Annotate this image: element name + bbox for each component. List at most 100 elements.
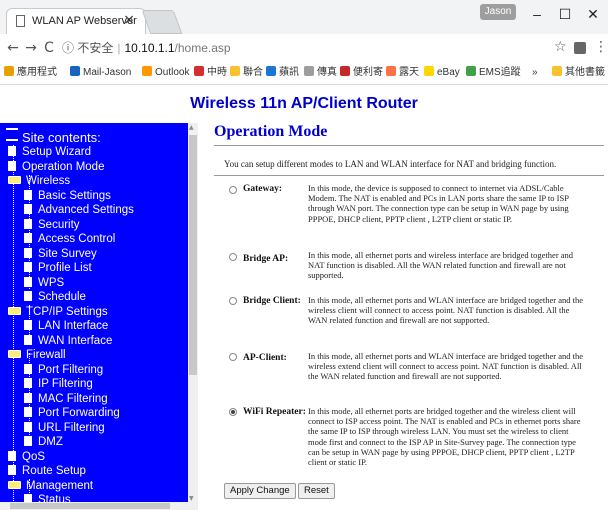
sidebar-item-basic-settings[interactable]: Basic Settings — [24, 189, 111, 203]
sidebar-item-management[interactable]: Management — [8, 479, 93, 493]
bookmark-ems-tracking[interactable]: EMS追蹤 — [466, 66, 521, 80]
bridge-client-label: Bridge Client: — [243, 296, 301, 306]
udn-icon — [230, 66, 240, 76]
title-divider — [214, 145, 604, 146]
sidebar-item-tcp-ip-settings[interactable]: TCP/IP Settings — [8, 305, 108, 319]
reset-button[interactable]: Reset — [298, 483, 335, 499]
sidebar-item-port-filtering[interactable]: Port Filtering — [24, 363, 103, 377]
sidebar-item-mac-filtering[interactable]: MAC Filtering — [24, 392, 108, 406]
sidebar-item-operation-mode[interactable]: Operation Mode — [8, 160, 104, 174]
sidebar-item-ip-filtering[interactable]: IP Filtering — [24, 377, 93, 391]
forward-icon[interactable]: → — [22, 38, 40, 58]
wifi-repeater-radio[interactable] — [229, 408, 237, 416]
sidebar-horizontal-scrollbar[interactable] — [0, 502, 198, 510]
page-icon — [8, 160, 16, 171]
sidebar-item-route-setup[interactable]: Route Setup — [8, 464, 86, 478]
maximize-button[interactable]: ☐ — [552, 4, 578, 24]
page-icon — [24, 421, 32, 432]
sidebar-scrollbar[interactable]: ▲ ▼ — [188, 123, 198, 504]
sidebar-item-schedule[interactable]: Schedule — [24, 290, 86, 304]
sidebar-item-setup-wizard[interactable]: Setup Wizard — [8, 145, 91, 159]
sidebar-item-wireless[interactable]: Wireless — [8, 174, 70, 188]
sidebar-item-qos[interactable]: QoS — [8, 450, 45, 464]
back-icon[interactable]: ← — [4, 38, 22, 58]
browser-titlebar: WLAN AP Webserver × Jason – ☐ ✕ — [0, 0, 608, 34]
ems-icon — [466, 66, 476, 76]
page-description: You can setup different modes to LAN and… — [224, 159, 557, 169]
folder-open-icon — [8, 176, 21, 184]
reload-icon[interactable]: C — [40, 38, 58, 58]
browser-menu-icon[interactable]: ⋮ — [594, 39, 608, 55]
sidebar-item-label: Setup Wizard — [22, 146, 92, 158]
bookmark-mail-jason[interactable]: Mail-Jason — [70, 66, 131, 80]
ap-client-radio[interactable] — [229, 353, 237, 361]
page-icon — [8, 146, 16, 156]
sidebar-item-lan-interface[interactable]: LAN Interface — [24, 319, 108, 333]
bookmark-udn[interactable]: 聯合 — [230, 66, 263, 80]
scroll-up-icon[interactable]: ▲ — [189, 124, 194, 131]
bookmark-outlook[interactable]: Outlook — [142, 66, 189, 80]
sidebar-item-url-filtering[interactable]: URL Filtering — [24, 421, 105, 435]
url-separator: | — [117, 41, 121, 55]
sidebar-item-site-survey[interactable]: Site Survey — [24, 247, 97, 261]
horizontal-scroll-thumb[interactable] — [10, 503, 170, 509]
sidebar-item-label: Schedule — [38, 291, 86, 303]
bridge-ap-description: In this mode, all ethernet ports and wir… — [308, 250, 574, 281]
folder-open-icon — [8, 350, 21, 358]
butterfly-icon — [340, 66, 350, 76]
sidebar-scroll-thumb[interactable] — [189, 135, 197, 375]
sidebar-item-advanced-settings[interactable]: Advanced Settings — [24, 203, 134, 217]
sidebar-item-label: Site Survey — [38, 247, 97, 260]
sidebar-item-dmz[interactable]: DMZ — [24, 435, 63, 449]
sidebar-item-wan-interface[interactable]: WAN Interface — [24, 334, 112, 348]
page-icon — [24, 189, 32, 200]
chinatimes-icon — [194, 66, 204, 76]
tab-close-icon[interactable]: × — [123, 12, 135, 28]
bookmark-apps[interactable]: 應用程式 — [4, 66, 57, 80]
minimize-button[interactable]: – — [524, 4, 550, 24]
page-icon — [8, 450, 16, 461]
bridge-ap-radio[interactable] — [229, 253, 237, 261]
sidebar-item-access-control[interactable]: Access Control — [24, 232, 115, 246]
mail-icon — [70, 66, 80, 76]
gateway-label: Gateway: — [243, 184, 283, 194]
address-bar: ← → C ⓘ 不安全 | 10.10.1.1/home.asp ☆ ⋮ — [0, 34, 608, 63]
apply-change-button[interactable]: Apply Change — [224, 483, 296, 499]
sidebar-item-wps[interactable]: WPS — [24, 276, 64, 290]
sidebar-item-label: Port Filtering — [38, 363, 104, 376]
sidebar-item-profile-list[interactable]: Profile List — [24, 261, 92, 275]
extension-icon[interactable] — [574, 42, 586, 54]
bookmark-ebay[interactable]: eBay — [424, 66, 460, 80]
sidebar-item-port-forwarding[interactable]: Port Forwarding — [24, 406, 120, 420]
scroll-down-icon[interactable]: ▼ — [189, 495, 194, 502]
page-icon — [24, 407, 32, 417]
sidebar-item-label: LAN Interface — [38, 320, 109, 332]
menu-icon — [6, 128, 18, 141]
new-tab-button[interactable] — [141, 10, 183, 34]
ap-client-label: AP-Client: — [243, 353, 287, 363]
sidebar-item-firewall[interactable]: Firewall — [8, 348, 66, 362]
bookmark-convenience-mail[interactable]: 便利寄 — [340, 66, 383, 80]
bookmarks-overflow[interactable]: » — [532, 66, 538, 80]
bookmark-fax[interactable]: 傳真 — [304, 66, 337, 80]
bookmark-chinatimes[interactable]: 中時 — [194, 66, 227, 80]
description-divider — [214, 175, 604, 176]
bookmarks-bar: 應用程式 Mail-Jason Outlook 中時 聯合 蘋訊 傳真 便利寄 … — [0, 62, 608, 85]
bridge-client-radio[interactable] — [229, 297, 237, 305]
bookmark-ruten[interactable]: 露天 — [386, 66, 419, 80]
close-window-button[interactable]: ✕ — [580, 4, 606, 24]
sidebar-item-security[interactable]: Security — [24, 218, 80, 232]
wifi-repeater-description: In this mode, all ethernet ports are bri… — [308, 406, 581, 468]
page-icon — [24, 247, 32, 258]
security-info[interactable]: ⓘ 不安全 — [62, 41, 113, 55]
bookmark-other-folder[interactable]: 其他書籤 — [552, 66, 605, 80]
page-title: Operation Mode — [214, 123, 328, 140]
profile-badge[interactable]: Jason — [480, 4, 516, 20]
url-input[interactable]: ⓘ 不安全 | 10.10.1.1/home.asp — [62, 37, 562, 59]
sidebar-item-label: WPS — [38, 276, 65, 289]
browser-tab[interactable]: WLAN AP Webserver × — [6, 8, 146, 34]
bookmark-star-icon[interactable]: ☆ — [554, 39, 567, 55]
ebay-icon — [424, 66, 434, 76]
gateway-radio[interactable] — [229, 186, 237, 194]
bookmark-applenews[interactable]: 蘋訊 — [266, 66, 299, 80]
